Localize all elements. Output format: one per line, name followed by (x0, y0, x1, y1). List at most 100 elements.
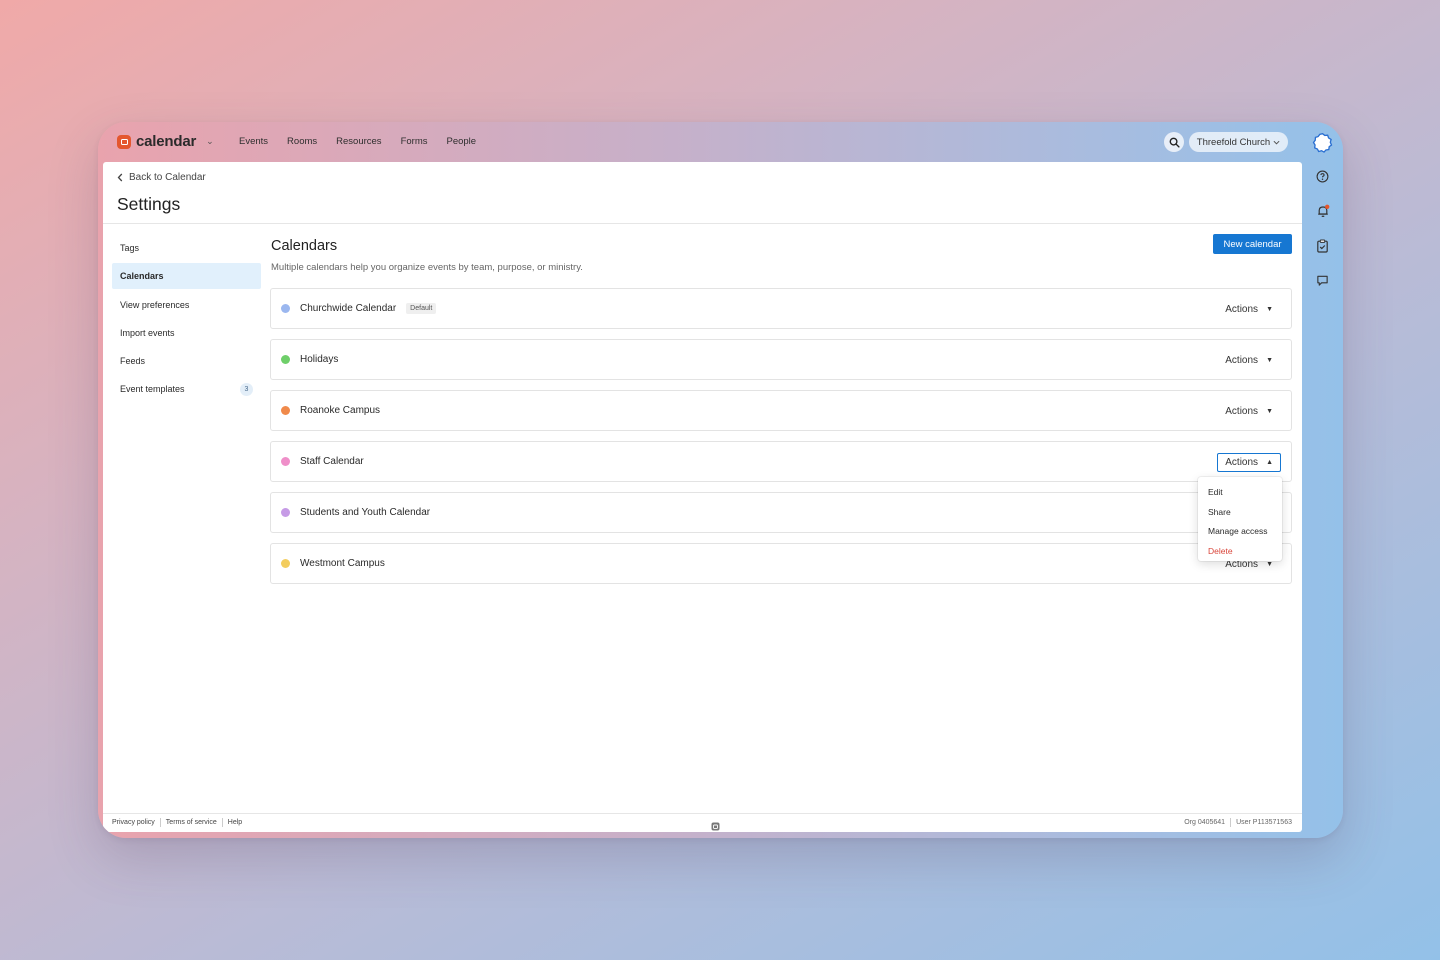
user-id: User P113571563 (1236, 819, 1292, 826)
footer-ids: Org 0405641 User P113571563 (1184, 818, 1292, 827)
calendar-name: Students and Youth Calendar (300, 507, 431, 518)
caret-down-icon: ▼ (1266, 408, 1273, 415)
main-nav: Events Rooms Resources Forms People (239, 136, 476, 147)
nav-rooms[interactable]: Rooms (287, 136, 317, 147)
calendar-row: Roanoke Campus Actions ▼ (270, 390, 1292, 431)
calendar-color-dot (281, 304, 290, 313)
calendar-row: Holidays Actions ▼ (270, 339, 1292, 380)
app-window: calendar ⌄ Events Rooms Resources Forms … (98, 122, 1343, 838)
calendar-name: Roanoke Campus (300, 405, 381, 416)
app-name: calendar (136, 133, 197, 150)
calendar-list: Churchwide Calendar Default Actions ▼ Hol… (270, 288, 1292, 594)
menu-item-delete[interactable]: Delete (1198, 541, 1282, 561)
settings-sidebar: Tags Calendars View preferences Import e… (112, 235, 261, 405)
org-switcher[interactable]: Threefold Church (1189, 132, 1288, 152)
menu-item-share[interactable]: Share (1198, 502, 1282, 522)
default-badge: Default (406, 303, 437, 314)
help-link[interactable]: Help (228, 819, 242, 826)
nav-forms[interactable]: Forms (401, 136, 428, 147)
calendar-color-dot (281, 457, 290, 466)
section-title: Calendars (271, 238, 338, 254)
caret-down-icon: ▼ (1266, 561, 1273, 568)
terms-of-service-link[interactable]: Terms of service (166, 819, 217, 826)
actions-button[interactable]: Actions ▲ (1217, 453, 1281, 472)
caret-down-icon: ▼ (1266, 306, 1273, 313)
chevron-left-icon (117, 173, 123, 182)
nav-people[interactable]: People (446, 136, 476, 147)
nav-events[interactable]: Events (239, 136, 268, 147)
calendar-row: Churchwide Calendar Default Actions ▼ (270, 288, 1292, 329)
bell-icon (1317, 204, 1329, 217)
privacy-policy-link[interactable]: Privacy policy (112, 819, 155, 826)
sidebar-item-label: Tags (120, 243, 140, 253)
search-button[interactable] (1164, 132, 1184, 152)
top-nav-bar: calendar ⌄ Events Rooms Resources Forms … (98, 122, 1343, 162)
calendar-row: Staff Calendar Actions ▲ (270, 441, 1292, 482)
calendar-name: Churchwide Calendar (300, 303, 397, 314)
back-link-label: Back to Calendar (129, 172, 206, 183)
sidebar-item-feeds[interactable]: Feeds (112, 348, 261, 374)
new-calendar-button[interactable]: New calendar (1213, 234, 1292, 254)
calendar-row: Westmont Campus Actions ▼ (270, 543, 1292, 584)
chevron-down-icon: ⌄ (206, 136, 214, 146)
sidebar-item-event-templates[interactable]: Event templates 3 (112, 376, 261, 402)
help-icon (1316, 170, 1329, 183)
sidebar-item-calendars[interactable]: Calendars (112, 263, 261, 290)
caret-down-icon: ▼ (1266, 357, 1273, 364)
menu-item-edit[interactable]: Edit (1198, 482, 1282, 502)
tasks-button[interactable] (1315, 238, 1330, 253)
calendar-color-dot (281, 406, 290, 415)
notifications-button[interactable] (1315, 203, 1330, 218)
header-divider (103, 223, 1302, 224)
actions-label: Actions (1225, 457, 1259, 468)
settings-panel: Back to Calendar Settings Tags Calendars… (103, 162, 1302, 832)
divider (221, 818, 223, 827)
actions-label: Actions (1225, 406, 1259, 417)
sidebar-item-label: Import events (120, 327, 175, 338)
section-subtitle: Multiple calendars help you organize eve… (271, 262, 583, 273)
calendar-logo-icon (117, 134, 131, 149)
actions-button[interactable]: Actions ▼ (1217, 351, 1281, 370)
actions-button[interactable]: Actions ▼ (1217, 402, 1281, 421)
divider (159, 818, 161, 827)
count-badge: 3 (240, 383, 253, 397)
footer-logo-icon (711, 818, 720, 831)
calendar-color-dot (281, 559, 290, 568)
calendar-name: Westmont Campus (300, 558, 385, 569)
sidebar-item-tags[interactable]: Tags (112, 235, 261, 261)
footer-links: Privacy policy Terms of service Help (112, 818, 242, 827)
avatar-icon (1312, 133, 1333, 153)
footer-divider (103, 813, 1302, 814)
user-avatar[interactable] (1312, 132, 1333, 153)
sidebar-item-view-preferences[interactable]: View preferences (112, 292, 261, 318)
actions-label: Actions (1225, 355, 1259, 366)
divider (1230, 818, 1232, 827)
calendar-row: Students and Youth Calendar Actions▼ (270, 492, 1292, 533)
page-title: Settings (117, 194, 181, 214)
calendar-color-dot (281, 508, 290, 517)
menu-item-manage-access[interactable]: Manage access (1198, 521, 1282, 541)
sidebar-item-label: Feeds (120, 356, 146, 367)
calendar-name: Staff Calendar (300, 456, 364, 467)
app-switcher[interactable]: calendar ⌄ (117, 133, 214, 150)
sidebar-item-label: Event templates (120, 384, 185, 395)
caret-up-icon: ▲ (1266, 459, 1273, 466)
clipboard-check-icon (1317, 239, 1328, 253)
chat-button[interactable] (1315, 273, 1330, 288)
back-link[interactable]: Back to Calendar (117, 172, 206, 183)
actions-label: Actions (1225, 304, 1259, 315)
sidebar-item-label: View preferences (120, 299, 190, 310)
chevron-down-icon (1273, 140, 1280, 145)
calendar-color-dot (281, 355, 290, 364)
help-button[interactable] (1315, 169, 1330, 184)
sidebar-item-import-events[interactable]: Import events (112, 320, 261, 346)
nav-resources[interactable]: Resources (336, 136, 381, 147)
actions-menu: Edit Share Manage access Delete (1198, 477, 1282, 561)
search-icon (1169, 137, 1180, 148)
org-id: Org 0405641 (1184, 819, 1226, 826)
sidebar-item-label: Calendars (120, 271, 164, 282)
calendar-name: Holidays (300, 354, 339, 365)
actions-button[interactable]: Actions ▼ (1217, 300, 1281, 319)
org-name: Threefold Church (1196, 136, 1271, 148)
chat-icon (1317, 275, 1328, 286)
